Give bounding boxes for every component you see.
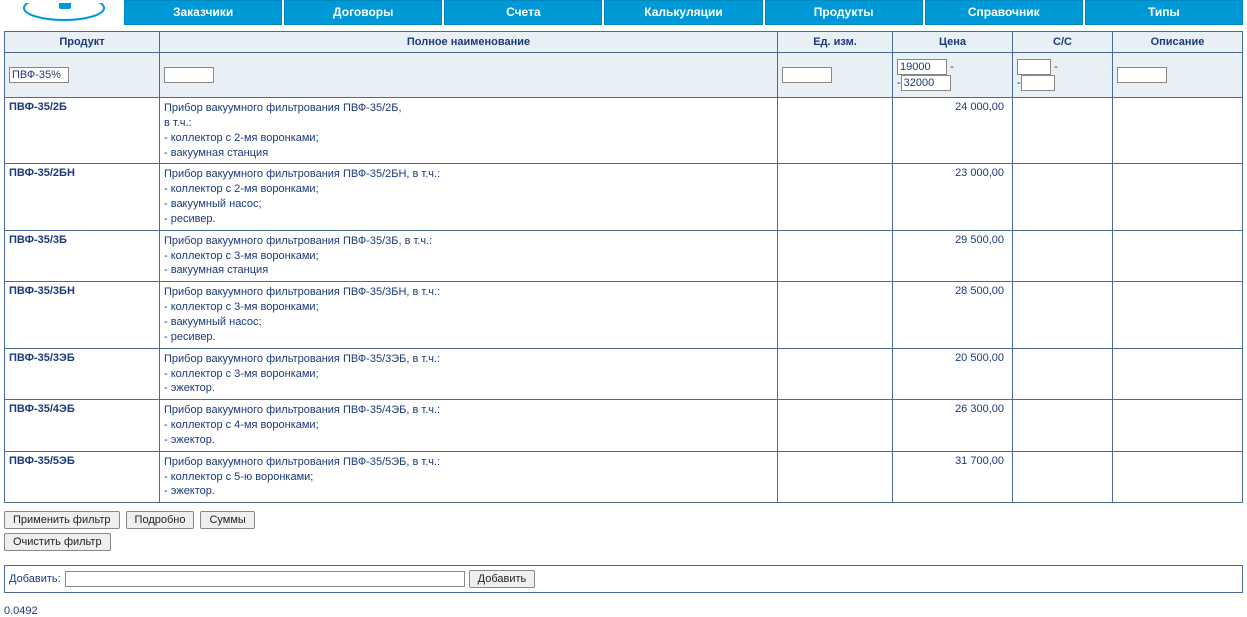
details-button[interactable]: Подробно xyxy=(126,511,195,529)
product-link[interactable]: ПВФ-35/4ЭБ xyxy=(9,403,75,415)
unit-cell xyxy=(778,230,893,282)
desc-cell xyxy=(1113,348,1243,400)
fullname-cell: Прибор вакуумного фильтрования ПВФ-35/2Б… xyxy=(160,98,778,164)
product-link[interactable]: ПВФ-35/2Б xyxy=(9,101,67,113)
nav-directory[interactable]: Справочник xyxy=(925,0,1083,25)
unit-cell xyxy=(778,451,893,503)
price-cell: 24 000,00 xyxy=(893,98,1013,164)
filter-price-from-input[interactable] xyxy=(897,59,947,75)
nav-contracts[interactable]: Договоры xyxy=(284,0,442,25)
price-cell: 29 500,00 xyxy=(893,230,1013,282)
fullname-cell: Прибор вакуумного фильтрования ПВФ-35/3Э… xyxy=(160,348,778,400)
cc-cell xyxy=(1013,164,1113,230)
price-cell: 20 500,00 xyxy=(893,348,1013,400)
apply-filter-button[interactable]: Применить фильтр xyxy=(4,511,120,529)
header-cc: С/С xyxy=(1013,32,1113,53)
header-unit: Ед. изм. xyxy=(778,32,893,53)
fullname-cell: Прибор вакуумного фильтрования ПВФ-35/3Б… xyxy=(160,230,778,282)
desc-cell xyxy=(1113,400,1243,452)
nav-customers[interactable]: Заказчики xyxy=(124,0,282,25)
filter-desc-input[interactable] xyxy=(1117,67,1167,83)
add-bar: Добавить: Добавить xyxy=(4,565,1243,593)
cc-cell xyxy=(1013,400,1113,452)
filter-row: - - - - xyxy=(5,53,1243,98)
products-table: Продукт Полное наименование Ед. изм. Цен… xyxy=(4,31,1243,503)
add-label: Добавить: xyxy=(9,573,61,585)
product-link[interactable]: ПВФ-35/2БН xyxy=(9,167,75,179)
desc-cell xyxy=(1113,230,1243,282)
header-desc: Описание xyxy=(1113,32,1243,53)
product-link[interactable]: ПВФ-35/5ЭБ xyxy=(9,455,75,467)
nav-types[interactable]: Типы xyxy=(1085,0,1243,25)
cc-cell xyxy=(1013,230,1113,282)
product-link[interactable]: ПВФ-35/3ЭБ xyxy=(9,352,75,364)
fullname-cell: Прибор вакуумного фильтрования ПВФ-35/5Э… xyxy=(160,451,778,503)
unit-cell xyxy=(778,282,893,348)
price-cell: 31 700,00 xyxy=(893,451,1013,503)
top-bar: Заказчики Договоры Счета Калькуляции Про… xyxy=(4,0,1243,25)
fullname-cell: Прибор вакуумного фильтрования ПВФ-35/3Б… xyxy=(160,282,778,348)
unit-cell xyxy=(778,348,893,400)
cc-cell xyxy=(1013,348,1113,400)
table-row: ПВФ-35/3БН Прибор вакуумного фильтрования… xyxy=(5,282,1243,348)
desc-cell xyxy=(1113,164,1243,230)
cc-cell xyxy=(1013,451,1113,503)
table-row: ПВФ-35/3Б Прибор вакуумного фильтрования … xyxy=(5,230,1243,282)
product-link[interactable]: ПВФ-35/3БН xyxy=(9,285,75,297)
table-row: ПВФ-35/4ЭБ Прибор вакуумного фильтрования… xyxy=(5,400,1243,452)
price-cell: 28 500,00 xyxy=(893,282,1013,348)
table-header-row: Продукт Полное наименование Ед. изм. Цен… xyxy=(5,32,1243,53)
table-row: ПВФ-35/2Б Прибор вакуумного фильтрования … xyxy=(5,98,1243,164)
price-cell: 26 300,00 xyxy=(893,400,1013,452)
table-row: ПВФ-35/3ЭБ Прибор вакуумного фильтрования… xyxy=(5,348,1243,400)
add-input[interactable] xyxy=(65,571,465,587)
desc-cell xyxy=(1113,451,1243,503)
table-row: ПВФ-35/2БН Прибор вакуумного фильтрования… xyxy=(5,164,1243,230)
unit-cell xyxy=(778,98,893,164)
header-fullname: Полное наименование xyxy=(160,32,778,53)
range-separator: - xyxy=(1054,61,1058,73)
desc-cell xyxy=(1113,98,1243,164)
action-buttons-row2: Очистить фильтр xyxy=(4,533,1243,551)
fullname-cell: Прибор вакуумного фильтрования ПВФ-35/4Э… xyxy=(160,400,778,452)
fullname-cell: Прибор вакуумного фильтрования ПВФ-35/2Б… xyxy=(160,164,778,230)
cc-cell xyxy=(1013,98,1113,164)
desc-cell xyxy=(1113,282,1243,348)
filter-product-input[interactable] xyxy=(9,67,69,83)
filter-price-to-input[interactable] xyxy=(901,75,951,91)
nav-invoices[interactable]: Счета xyxy=(444,0,602,25)
table-row: ПВФ-35/5ЭБ Прибор вакуумного фильтрования… xyxy=(5,451,1243,503)
unit-cell xyxy=(778,400,893,452)
main-nav: Заказчики Договоры Счета Калькуляции Про… xyxy=(124,0,1243,25)
nav-products[interactable]: Продукты xyxy=(765,0,923,25)
filter-fullname-input[interactable] xyxy=(164,67,214,83)
header-product: Продукт xyxy=(5,32,160,53)
timing-text: 0.0492 xyxy=(4,605,1243,617)
filter-cc-from-input[interactable] xyxy=(1017,59,1051,75)
nav-calculations[interactable]: Калькуляции xyxy=(604,0,762,25)
clear-filter-button[interactable]: Очистить фильтр xyxy=(4,533,111,551)
price-cell: 23 000,00 xyxy=(893,164,1013,230)
filter-unit-input[interactable] xyxy=(782,67,832,83)
unit-cell xyxy=(778,164,893,230)
range-separator: - xyxy=(950,61,954,73)
product-link[interactable]: ПВФ-35/3Б xyxy=(9,234,67,246)
add-button[interactable]: Добавить xyxy=(469,570,536,588)
cc-cell xyxy=(1013,282,1113,348)
filter-cc-to-input[interactable] xyxy=(1021,75,1055,91)
action-buttons-row1: Применить фильтр Подробно Суммы xyxy=(4,511,1243,529)
header-price: Цена xyxy=(893,32,1013,53)
sums-button[interactable]: Суммы xyxy=(200,511,254,529)
logo-icon xyxy=(4,3,124,23)
